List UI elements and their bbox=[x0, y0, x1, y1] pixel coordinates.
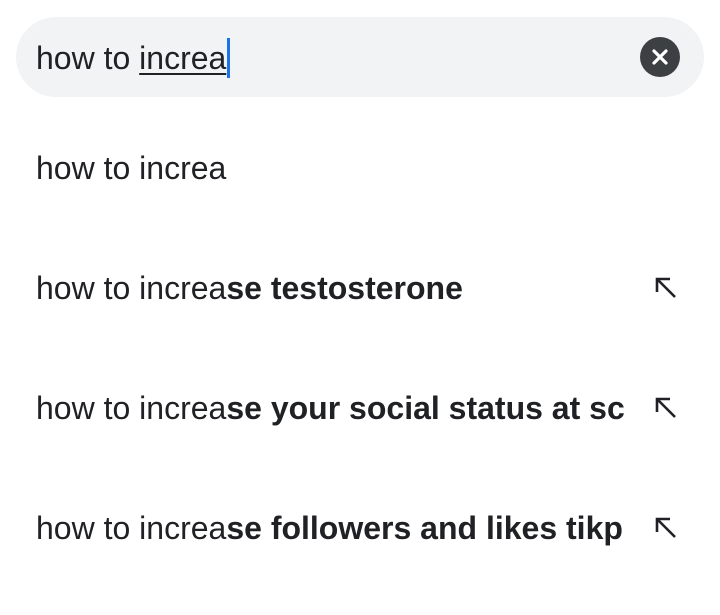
search-query-composing: increa bbox=[139, 40, 227, 76]
clear-search-button[interactable] bbox=[640, 37, 680, 77]
suggestion-item[interactable]: how to increa bbox=[0, 108, 720, 228]
suggestion-item[interactable]: how to increase followers and likes tikp… bbox=[0, 468, 720, 588]
suggestion-item[interactable]: how to increase testosterone bbox=[0, 228, 720, 348]
suggestion-typed: how to increa bbox=[36, 390, 227, 426]
search-input[interactable]: how to increa bbox=[36, 38, 231, 78]
search-query-prefix: how to bbox=[36, 40, 140, 76]
fill-query-button[interactable] bbox=[650, 392, 682, 424]
arrow-up-left-icon bbox=[655, 397, 676, 418]
suggestion-typed: how to increa bbox=[36, 510, 227, 546]
suggestion-typed: how to increa bbox=[36, 270, 227, 306]
suggestion-completion: se your social status at school bbox=[226, 390, 624, 426]
suggestion-item[interactable]: how to increase your social status at sc… bbox=[0, 348, 720, 468]
suggestion-text: how to increase your social status at sc… bbox=[36, 388, 624, 428]
suggestion-completion: se followers and likes tikplus bbox=[226, 510, 624, 546]
close-icon bbox=[652, 49, 668, 65]
fill-query-button[interactable] bbox=[650, 272, 682, 304]
text-cursor bbox=[227, 38, 231, 78]
arrow-up-left-icon bbox=[655, 517, 676, 538]
arrow-up-left-icon bbox=[655, 277, 676, 298]
suggestion-completion: se testosterone bbox=[226, 270, 463, 306]
suggestion-text: how to increase followers and likes tikp… bbox=[36, 508, 624, 548]
suggestion-typed: how to increa bbox=[36, 150, 227, 186]
fill-query-button[interactable] bbox=[650, 512, 682, 544]
search-bar[interactable]: how to increa bbox=[16, 17, 704, 97]
suggestion-text: how to increase testosterone bbox=[36, 268, 624, 308]
suggestion-text: how to increa bbox=[36, 148, 624, 188]
